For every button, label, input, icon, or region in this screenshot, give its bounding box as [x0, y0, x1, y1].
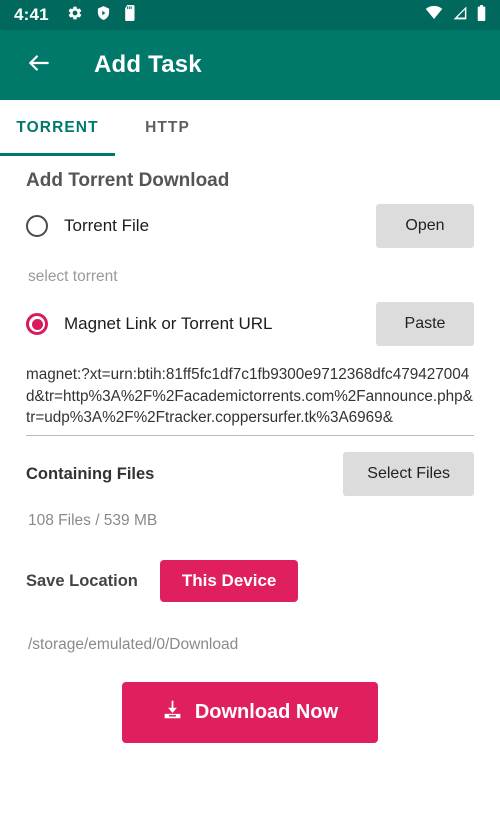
sd-card-icon — [124, 4, 137, 26]
this-device-button[interactable]: This Device — [159, 560, 299, 603]
magnet-link-radio[interactable] — [26, 313, 48, 335]
tab-http-label: HTTP — [145, 119, 190, 136]
back-button[interactable] — [22, 48, 56, 82]
save-location-row: Save Location This Device — [26, 560, 474, 603]
containing-files-row: Containing Files Select Files — [26, 452, 474, 497]
status-bar-clock: 4:41 — [14, 5, 49, 24]
paste-button[interactable]: Paste — [376, 302, 474, 346]
files-summary: 108 Files / 539 MB — [28, 512, 158, 530]
magnet-url-value: magnet:?xt=urn:btih:81ff5fc1df7c1fb9300e… — [26, 366, 473, 427]
arrow-left-icon — [26, 50, 52, 81]
download-icon — [162, 699, 183, 726]
magnet-link-row: Magnet Link or Torrent URL Paste — [26, 296, 474, 352]
torrent-file-row: Torrent File Open — [26, 198, 474, 254]
save-path: /storage/emulated/0/Download — [28, 636, 239, 654]
radio-dot — [31, 318, 43, 330]
download-now-label: Download Now — [194, 701, 339, 724]
save-location-label: Save Location — [26, 571, 138, 590]
app-toolbar: Add Task — [0, 30, 500, 100]
page-title: Add Task — [94, 51, 202, 78]
wifi-icon — [425, 5, 443, 25]
tab-bar: TORRENT HTTP — [0, 100, 500, 156]
status-bar-notification-icons — [67, 4, 137, 26]
magnet-radio-wrap — [26, 313, 64, 335]
tab-torrent-label: TORRENT — [16, 119, 99, 136]
magnet-link-label: Magnet Link or Torrent URL — [64, 314, 273, 333]
torrent-file-radio-wrap — [26, 215, 64, 237]
tab-http[interactable]: HTTP — [115, 100, 220, 156]
magnet-url-input[interactable]: magnet:?xt=urn:btih:81ff5fc1df7c1fb9300e… — [26, 364, 474, 437]
containing-files-label: Containing Files — [26, 464, 155, 483]
content-area: Add Torrent Download Torrent File Open s… — [0, 170, 500, 744]
cellular-signal-icon — [452, 6, 468, 25]
gear-icon — [67, 5, 83, 26]
battery-icon — [477, 4, 486, 26]
torrent-file-radio[interactable] — [26, 215, 48, 237]
open-button[interactable]: Open — [376, 204, 474, 248]
status-bar-system-icons — [425, 4, 486, 26]
shield-play-icon — [96, 5, 111, 26]
select-files-button[interactable]: Select Files — [343, 452, 474, 497]
status-bar: 4:41 — [0, 0, 500, 30]
download-button-wrap: Download Now — [26, 682, 474, 744]
app-screen: 4:41 Add Task TORRENT HTTP Add Torrent D… — [0, 0, 500, 830]
tab-torrent[interactable]: TORRENT — [0, 100, 115, 156]
torrent-file-label: Torrent File — [64, 216, 150, 235]
section-title: Add Torrent Download — [26, 170, 230, 191]
download-now-button[interactable]: Download Now — [121, 682, 379, 744]
select-torrent-hint: select torrent — [28, 268, 118, 285]
